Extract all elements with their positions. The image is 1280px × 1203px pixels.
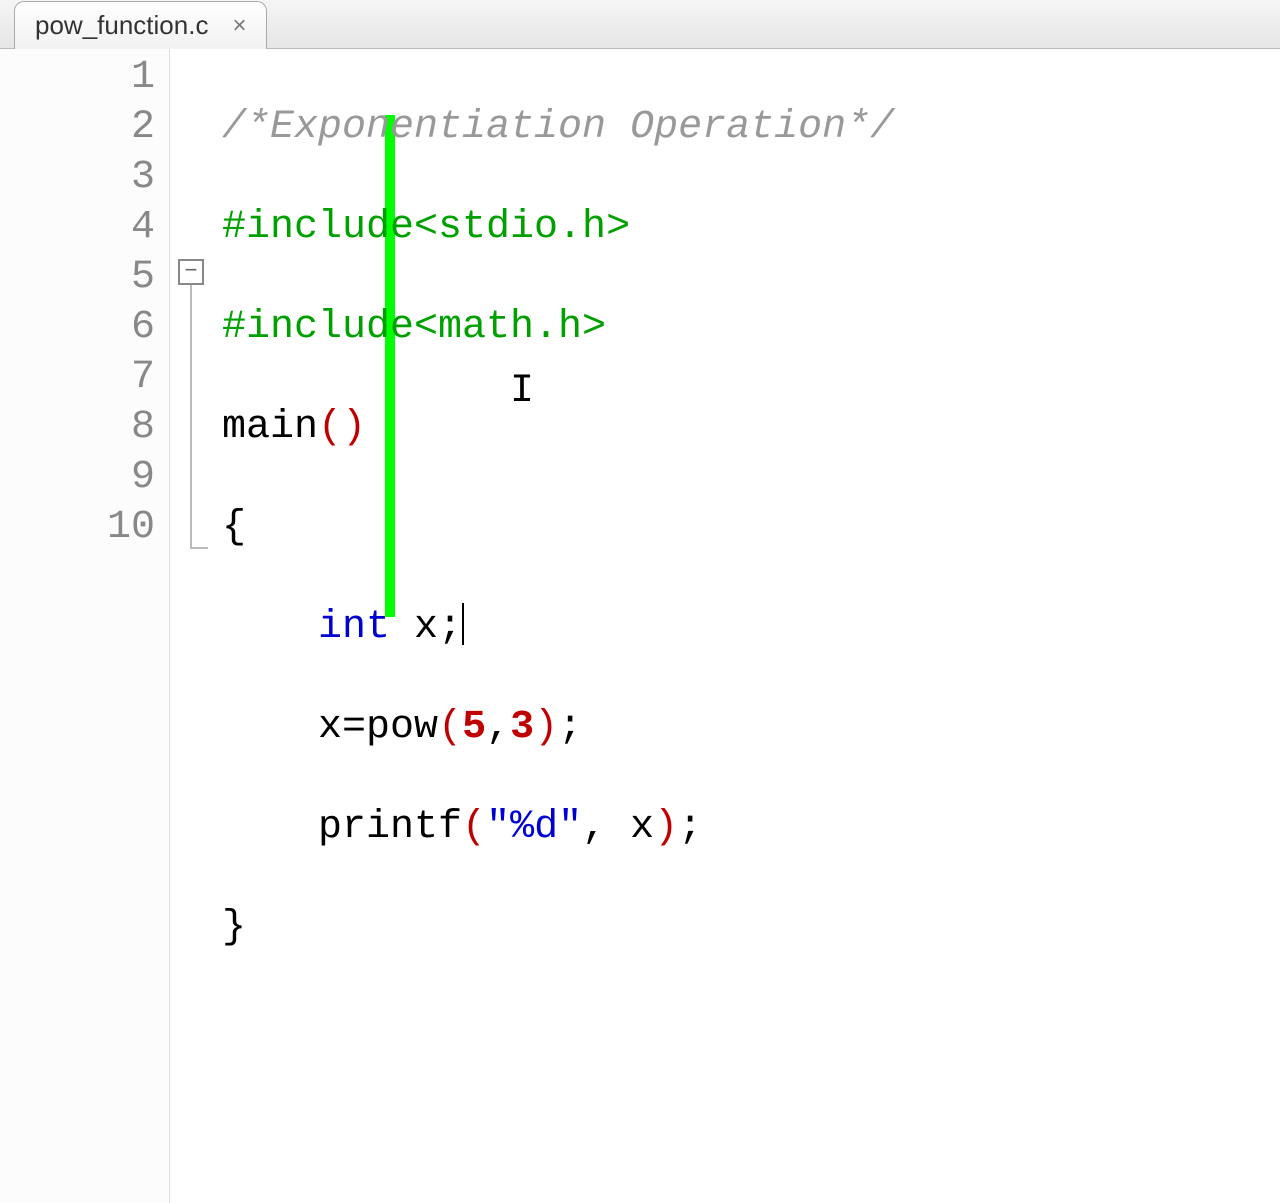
line-number: 9 — [0, 453, 169, 503]
number-literal: 3 — [510, 705, 534, 750]
line-number: 10 — [0, 503, 169, 553]
editor-window: pow_function.c × 1 2 3 4 5 6 7 8 9 10 − … — [0, 0, 1280, 720]
comma: , — [582, 805, 606, 850]
line-number: 2 — [0, 103, 169, 153]
line-number: 5 — [0, 253, 169, 303]
comment-text: /*Exponentiation Operation*/ — [222, 105, 894, 150]
code-area[interactable]: /*Exponentiation Operation*/ #include<st… — [214, 49, 1280, 1203]
line-number: 3 — [0, 153, 169, 203]
function-call: pow — [366, 705, 438, 750]
fold-guide-line — [190, 285, 192, 549]
line-number: 7 — [0, 353, 169, 403]
paren: ( — [318, 405, 342, 450]
paren: ) — [654, 805, 678, 850]
fold-guide-end — [190, 547, 208, 549]
fold-gutter: − — [170, 49, 214, 1203]
code-line: #include<stdio.h> — [222, 203, 1280, 253]
number-literal: 5 — [462, 705, 486, 750]
tab-filename: pow_function.c — [35, 10, 208, 41]
identifier: x — [606, 805, 654, 850]
identifier: x — [390, 605, 438, 650]
string-literal: "%d" — [486, 805, 582, 850]
semicolon: ; — [558, 705, 582, 750]
line-number: 4 — [0, 203, 169, 253]
operator: = — [342, 705, 366, 750]
close-icon[interactable]: × — [228, 12, 250, 40]
code-line: /*Exponentiation Operation*/ — [222, 103, 1280, 153]
paren: ( — [438, 705, 462, 750]
brace: } — [222, 905, 246, 950]
code-line: main() — [222, 403, 1280, 453]
semicolon: ; — [678, 805, 702, 850]
line-number: 8 — [0, 403, 169, 453]
file-tab[interactable]: pow_function.c × — [14, 1, 267, 49]
editor-area: 1 2 3 4 5 6 7 8 9 10 − /*Exponentiation … — [0, 49, 1280, 1203]
paren: ( — [462, 805, 486, 850]
preprocessor: #include<stdio.h> — [222, 205, 630, 250]
line-number: 1 — [0, 53, 169, 103]
code-line: { — [222, 503, 1280, 553]
code-line: printf("%d", x); — [222, 803, 1280, 853]
line-number: 6 — [0, 303, 169, 353]
text-cursor — [462, 603, 464, 645]
code-line: int x; — [222, 603, 1280, 653]
tab-bar: pow_function.c × — [0, 0, 1280, 49]
keyword: int — [318, 605, 390, 650]
comma: , — [486, 705, 510, 750]
paren: ) — [534, 705, 558, 750]
function-call: printf — [318, 805, 462, 850]
identifier: main — [222, 405, 318, 450]
preprocessor: #include<math.h> — [222, 305, 606, 350]
semicolon: ; — [438, 605, 462, 650]
paren: ) — [342, 405, 366, 450]
code-line: } — [222, 903, 1280, 953]
code-line: #include<math.h> — [222, 303, 1280, 353]
minus-icon: − — [184, 261, 197, 283]
identifier: x — [318, 705, 342, 750]
brace: { — [222, 505, 246, 550]
code-line: x=pow(5,3); — [222, 703, 1280, 753]
fold-toggle[interactable]: − — [178, 259, 204, 285]
code-line — [222, 1003, 1280, 1053]
line-number-gutter: 1 2 3 4 5 6 7 8 9 10 — [0, 49, 170, 1203]
